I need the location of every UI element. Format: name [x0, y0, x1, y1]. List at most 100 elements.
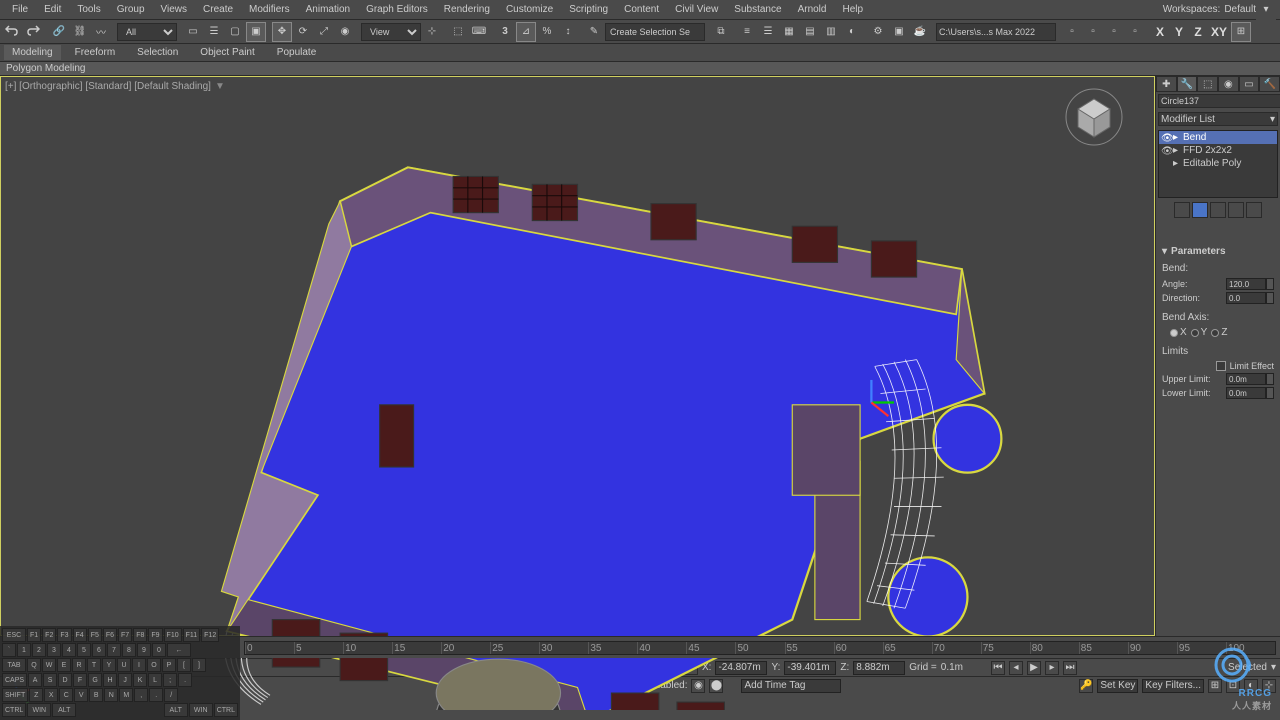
- select-object-button[interactable]: ▭: [183, 22, 203, 42]
- upper-limit-field[interactable]: [1226, 373, 1266, 385]
- angle-spinner[interactable]: [1266, 278, 1274, 290]
- utilities-tab[interactable]: 🔨: [1259, 76, 1280, 92]
- redo-button[interactable]: [23, 22, 43, 42]
- undo-button[interactable]: [2, 22, 22, 42]
- select-scale-button[interactable]: ⤢: [314, 22, 334, 42]
- menu-rendering[interactable]: Rendering: [436, 2, 498, 17]
- rendered-frame-button[interactable]: ▣: [889, 22, 909, 42]
- menu-graph-editors[interactable]: Graph Editors: [358, 2, 436, 17]
- create-tab[interactable]: ✚: [1156, 76, 1177, 92]
- menu-help[interactable]: Help: [834, 2, 871, 17]
- selection-filter[interactable]: All: [117, 23, 177, 41]
- direction-spinner[interactable]: [1266, 292, 1274, 304]
- ribbon-object-paint[interactable]: Object Paint: [192, 45, 262, 60]
- viewport-button-4[interactable]: ▫: [1125, 22, 1145, 42]
- curve-editor-button[interactable]: ▤: [800, 22, 820, 42]
- lower-limit-field[interactable]: [1226, 387, 1266, 399]
- axis-x-radio[interactable]: X: [1170, 327, 1187, 338]
- limit-effect-checkbox[interactable]: [1216, 361, 1226, 371]
- menu-create[interactable]: Create: [195, 2, 241, 17]
- hierarchy-tab[interactable]: ⬚: [1197, 76, 1218, 92]
- bind-button[interactable]: 〰: [91, 22, 111, 42]
- menu-civil-view[interactable]: Civil View: [667, 2, 726, 17]
- snap-2d-button[interactable]: 3: [495, 22, 515, 42]
- object-name-field[interactable]: [1158, 94, 1280, 108]
- workspace-dropdown-icon[interactable]: ▾: [1256, 0, 1276, 20]
- axis-xy-button[interactable]: XY: [1208, 22, 1230, 42]
- polygon-modeling-label[interactable]: Polygon Modeling: [6, 63, 86, 74]
- axis-z-radio[interactable]: Z: [1211, 327, 1227, 338]
- display-tab[interactable]: ▭: [1239, 76, 1260, 92]
- project-path[interactable]: [936, 23, 1056, 41]
- angle-field[interactable]: [1226, 278, 1266, 290]
- modify-tab[interactable]: 🔧: [1177, 76, 1198, 92]
- axis-y-button[interactable]: Y: [1170, 22, 1188, 42]
- edit-named-sel-button[interactable]: ✎: [584, 22, 604, 42]
- select-place-button[interactable]: ◉: [335, 22, 355, 42]
- show-end-result-button[interactable]: [1192, 202, 1208, 218]
- select-by-name-button[interactable]: ☰: [204, 22, 224, 42]
- align-button[interactable]: ≡: [737, 22, 757, 42]
- schematic-view-button[interactable]: ▥: [821, 22, 841, 42]
- viewport[interactable]: [+] [Orthographic] [Standard] [Default S…: [0, 76, 1155, 636]
- link-button[interactable]: 🔗: [49, 22, 69, 42]
- rect-region-button[interactable]: ▢: [225, 22, 245, 42]
- mirror-button[interactable]: ⧉: [711, 22, 731, 42]
- modifier-bend[interactable]: 👁▸ Bend: [1159, 131, 1277, 144]
- workspaces-value[interactable]: Default: [1224, 4, 1256, 15]
- menu-arnold[interactable]: Arnold: [790, 2, 835, 17]
- viewport-label[interactable]: [+] [Orthographic] [Standard] [Default S…: [5, 81, 211, 92]
- toggle-layer-button[interactable]: ☰: [758, 22, 778, 42]
- ribbon-populate[interactable]: Populate: [269, 45, 324, 60]
- motion-tab[interactable]: ◉: [1218, 76, 1239, 92]
- timeline-track[interactable]: 0510152025303540455055606570758085909510…: [244, 641, 1276, 655]
- render-setup-button[interactable]: ⚙: [868, 22, 888, 42]
- viewport-button-3[interactable]: ▫: [1104, 22, 1124, 42]
- menu-tools[interactable]: Tools: [69, 2, 108, 17]
- direction-field[interactable]: [1226, 292, 1266, 304]
- menu-customize[interactable]: Customize: [498, 2, 561, 17]
- percent-snap-button[interactable]: %: [537, 22, 557, 42]
- menu-file[interactable]: File: [4, 2, 36, 17]
- material-editor-button[interactable]: ◐: [842, 22, 862, 42]
- axis-y-radio[interactable]: Y: [1191, 327, 1208, 338]
- axis-x-button[interactable]: X: [1151, 22, 1169, 42]
- lower-limit-spinner[interactable]: [1266, 387, 1274, 399]
- toggle-ribbon-button[interactable]: ▦: [779, 22, 799, 42]
- pin-stack-button[interactable]: [1174, 202, 1190, 218]
- spinner-snap-button[interactable]: ↕: [558, 22, 578, 42]
- menu-edit[interactable]: Edit: [36, 2, 69, 17]
- reference-coord[interactable]: View: [361, 23, 421, 41]
- menu-animation[interactable]: Animation: [298, 2, 358, 17]
- modifier-editable-poly[interactable]: ▸ Editable Poly: [1159, 157, 1277, 170]
- eye-icon[interactable]: 👁: [1161, 133, 1171, 143]
- menu-modifiers[interactable]: Modifiers: [241, 2, 298, 17]
- eye-icon[interactable]: [1161, 159, 1171, 169]
- viewport-button-1[interactable]: ▫: [1062, 22, 1082, 42]
- menu-group[interactable]: Group: [109, 2, 153, 17]
- menu-scripting[interactable]: Scripting: [561, 2, 616, 17]
- ribbon-modeling[interactable]: Modeling: [4, 45, 61, 60]
- eye-icon[interactable]: 👁: [1161, 146, 1171, 156]
- window-crossing-button[interactable]: ▣: [246, 22, 266, 42]
- named-selection-set[interactable]: [605, 23, 705, 41]
- ribbon-freeform[interactable]: Freeform: [67, 45, 124, 60]
- menu-content[interactable]: Content: [616, 2, 667, 17]
- parameters-rollout[interactable]: ▾Parameters: [1158, 244, 1278, 259]
- unlink-button[interactable]: ⛓: [70, 22, 90, 42]
- use-pivot-button[interactable]: ⊹: [422, 22, 442, 42]
- make-unique-button[interactable]: [1210, 202, 1226, 218]
- keyboard-shortcut-button[interactable]: ⌨: [469, 22, 489, 42]
- select-manipulate-button[interactable]: ⬚: [448, 22, 468, 42]
- select-rotate-button[interactable]: ⟳: [293, 22, 313, 42]
- configure-sets-button[interactable]: [1246, 202, 1262, 218]
- axis-constraint-button[interactable]: ⊞: [1231, 22, 1251, 42]
- axis-z-button[interactable]: Z: [1189, 22, 1207, 42]
- modifier-list-dropdown[interactable]: Modifier List▾: [1158, 112, 1278, 126]
- remove-modifier-button[interactable]: [1228, 202, 1244, 218]
- select-move-button[interactable]: ✥: [272, 22, 292, 42]
- viewport-button-2[interactable]: ▫: [1083, 22, 1103, 42]
- modifier-ffd[interactable]: 👁▸ FFD 2x2x2: [1159, 144, 1277, 157]
- upper-limit-spinner[interactable]: [1266, 373, 1274, 385]
- render-button[interactable]: ☕: [910, 22, 930, 42]
